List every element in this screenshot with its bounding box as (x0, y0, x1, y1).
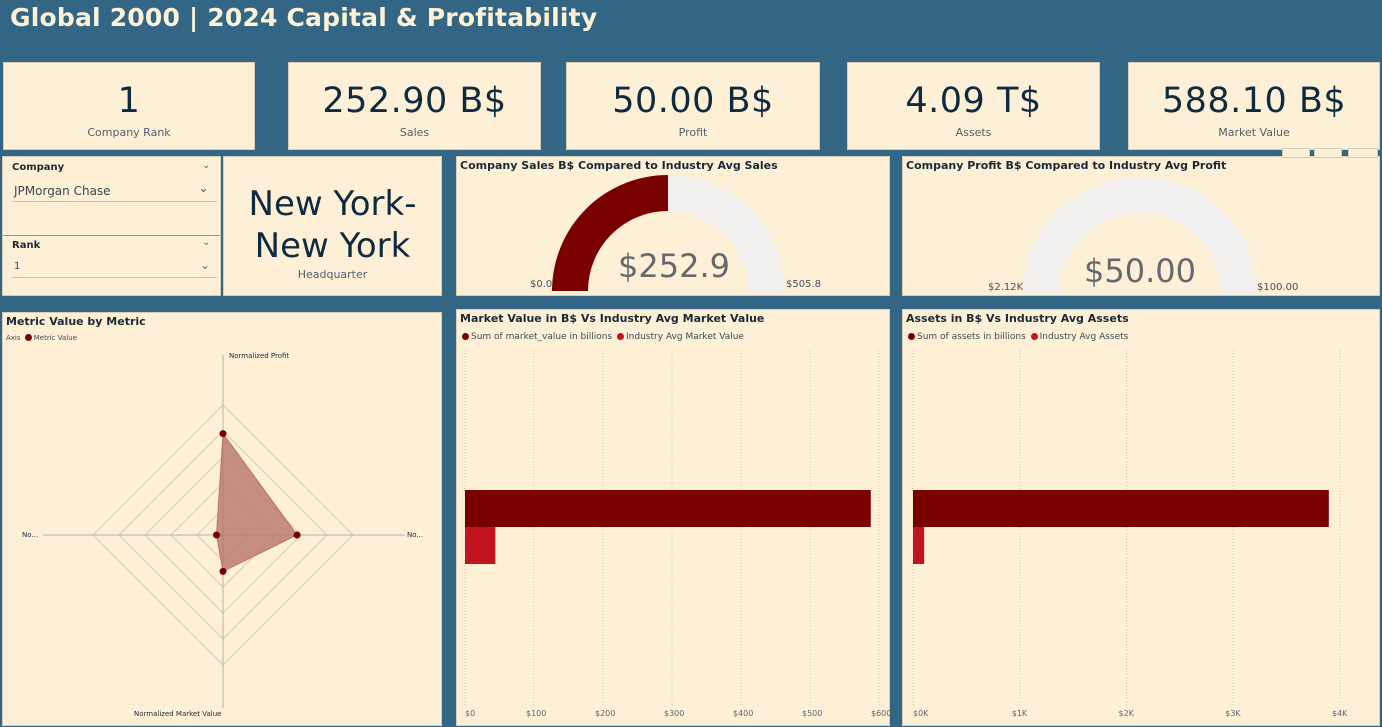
radar-svg (43, 355, 405, 708)
kpi-label: Profit (678, 126, 708, 139)
radar-axis-label-right: No... (407, 531, 424, 539)
kpi-card-assets[interactable]: 4.09 T$ Assets (847, 62, 1100, 150)
slicer-panel: Company ⌄ JPMorgan Chase ⌄ Rank ⌄ 1 ⌄ (2, 156, 222, 296)
kpi-label: Sales (399, 126, 430, 139)
gauge-min-label: $0.0 (530, 279, 553, 290)
rank-slicer-header: Rank (12, 240, 41, 251)
kpi-value: 1 (117, 81, 141, 121)
x-tick-label: $400 (733, 709, 754, 718)
company-dropdown[interactable]: JPMorgan Chase (14, 184, 111, 198)
headquarter-value: New York- New York (224, 183, 441, 267)
divider (12, 277, 217, 278)
kpi-label: Company Rank (87, 126, 171, 139)
headquarter-line-1: New York- (248, 184, 417, 224)
market-value-chart[interactable]: Market Value in B$ Vs Industry Avg Marke… (456, 309, 892, 726)
gauge-profit[interactable]: Company Profit B$ Compared to Industry A… (902, 156, 1380, 296)
kpi-label: Market Value (1218, 126, 1290, 139)
gauge-value-label: $252.9 (618, 247, 730, 285)
x-tick-label: $3K (1225, 709, 1241, 718)
gauge-sales[interactable]: Company Sales B$ Compared to Industry Av… (456, 156, 890, 296)
assets-chart[interactable]: Assets in B$ Vs Industry Avg Assets Sum … (902, 309, 1380, 726)
chevron-down-icon[interactable]: ⌄ (202, 237, 210, 248)
focus-mode-icon[interactable] (1282, 148, 1310, 158)
x-tick-label: $0 (465, 709, 476, 718)
bar (913, 490, 1329, 527)
market-value-plot (464, 350, 880, 707)
divider (3, 235, 222, 236)
headquarter-card[interactable]: New York- New York Headquarter (223, 156, 442, 296)
kpi-value: 252.90 B$ (322, 81, 507, 121)
x-tick-label: $0K (913, 709, 929, 718)
kpi-card-profit[interactable]: 50.00 B$ Profit (566, 62, 820, 150)
rank-dropdown[interactable]: 1 (14, 261, 20, 272)
x-tick-label: $600 (871, 709, 892, 718)
radar-axis-label-left: No... (22, 531, 39, 539)
kpi-value: 588.10 B$ (1161, 81, 1347, 121)
radar-axis-label-bottom: Normalized Market Value (134, 710, 222, 718)
filter-icon[interactable] (1314, 148, 1342, 158)
radar-chart[interactable]: Metric Value by Metric Axis Metric Value… (2, 312, 442, 726)
x-tick-label: $4K (1332, 709, 1348, 718)
radar-point (219, 430, 227, 438)
radar-point (213, 531, 220, 539)
kpi-value: 50.00 B$ (612, 81, 774, 121)
chevron-down-icon[interactable]: ⌄ (198, 181, 209, 196)
gauge-max-label: $100.00 (1257, 282, 1299, 293)
x-tick-label: $300 (664, 709, 685, 718)
divider (12, 201, 217, 202)
radar-point (219, 567, 227, 575)
x-tick-label: $500 (802, 709, 823, 718)
x-tick-label: $200 (595, 709, 616, 718)
radar-point (293, 531, 301, 539)
radar-axis-label-top: Normalized Profit (229, 352, 290, 360)
kpi-card-sales[interactable]: 252.90 B$ Sales (288, 62, 541, 150)
bar (465, 490, 871, 527)
x-tick-label: $100 (526, 709, 547, 718)
page-title: Global 2000 | 2024 Capital & Profitabili… (10, 3, 598, 32)
assets-plot (912, 350, 1341, 707)
chevron-down-icon[interactable]: ⌄ (202, 160, 210, 171)
bar (913, 527, 925, 564)
x-tick-label: $2K (1118, 709, 1134, 718)
more-options-icon[interactable] (1348, 148, 1378, 158)
headquarter-line-2: New York (254, 226, 411, 266)
x-tick-label: $1K (1011, 709, 1028, 718)
kpi-card-rank[interactable]: 1 Company Rank (3, 62, 255, 150)
gauge-min-label: $2.12K (988, 282, 1024, 293)
chevron-down-icon[interactable]: ⌄ (200, 258, 210, 272)
kpi-value: 4.09 T$ (905, 81, 1042, 121)
gauge-value-label: $50.00 (1084, 252, 1196, 290)
gauge-max-label: $505.8 (786, 279, 821, 290)
kpi-card-market-value[interactable]: 588.10 B$ Market Value (1128, 62, 1380, 150)
company-slicer-header: Company (12, 162, 65, 173)
bar (465, 527, 496, 564)
kpi-label: Assets (955, 126, 992, 139)
headquarter-label: Headquarter (297, 268, 368, 281)
